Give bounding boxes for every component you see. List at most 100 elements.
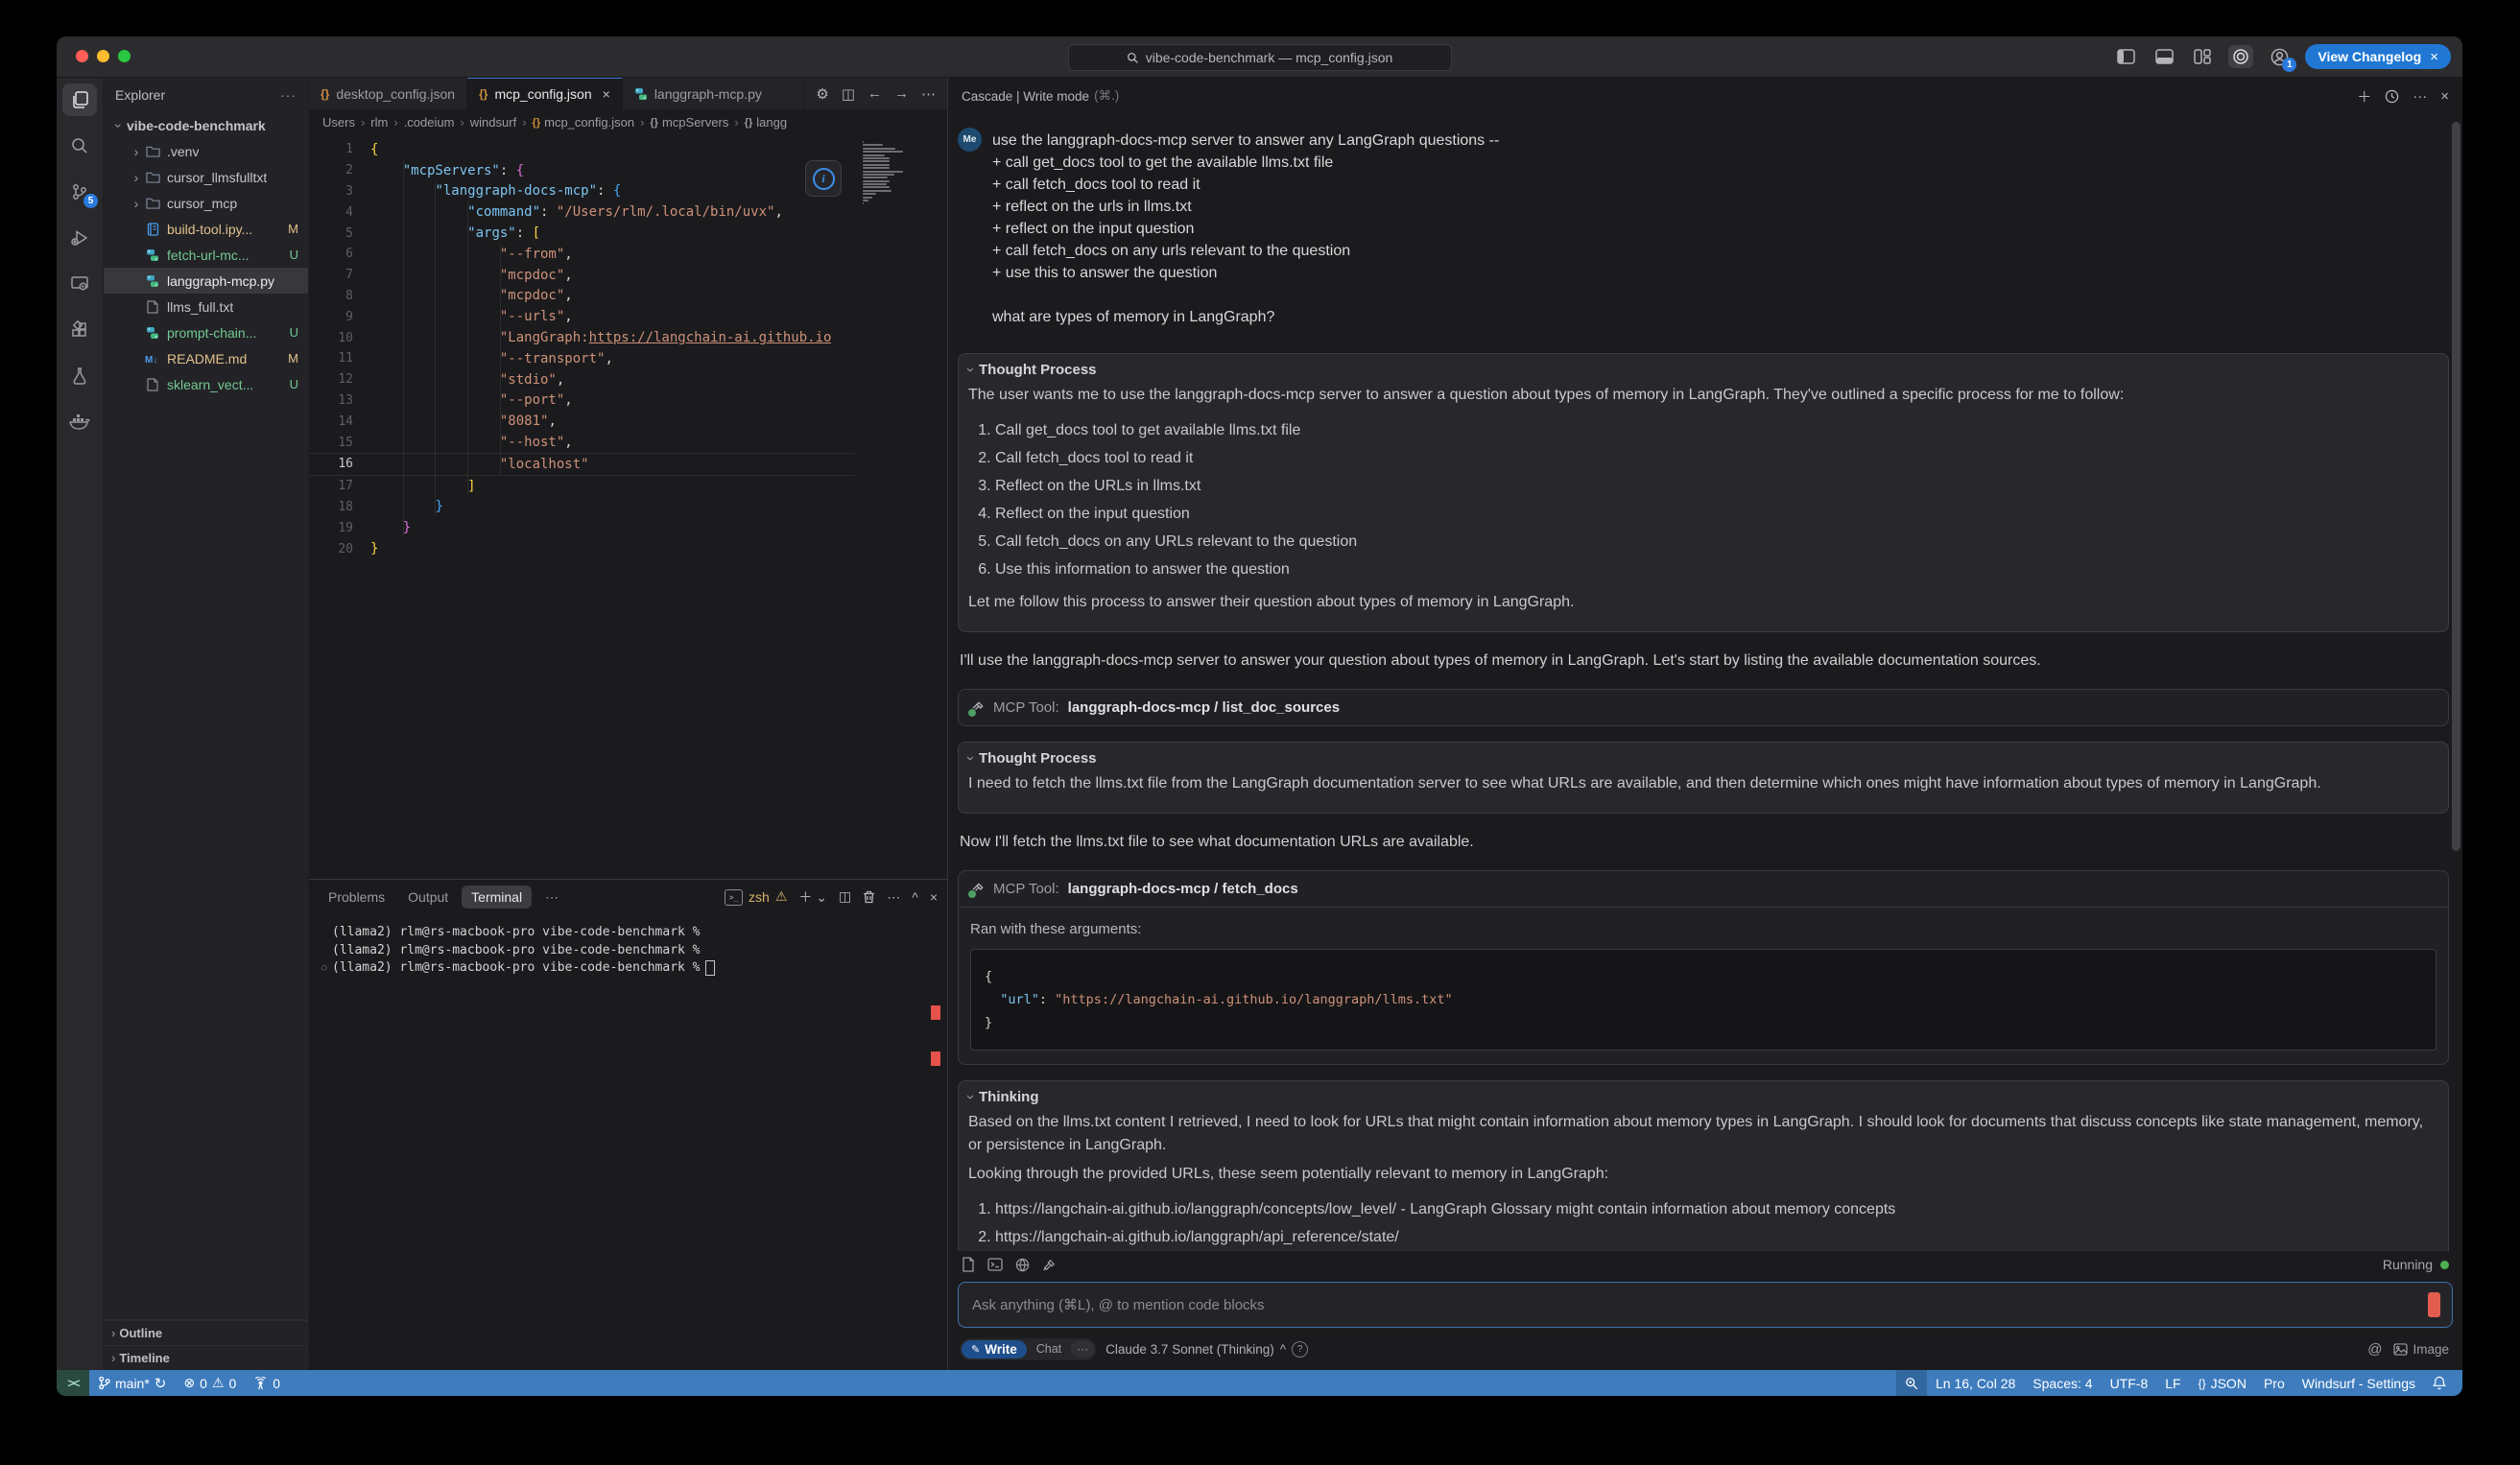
tools-icon[interactable] [1042,1258,1057,1272]
code-line[interactable]: 12 "stdio", [309,369,855,390]
globe-icon[interactable] [1015,1258,1030,1272]
model-info-icon[interactable]: ? [1292,1341,1308,1358]
chat-input-box[interactable] [958,1282,2453,1328]
split-terminal-icon[interactable]: ◫ [839,889,851,905]
terminal-more-icon[interactable]: ⋯ [887,889,900,906]
tree-item[interactable]: sklearn_vect...U [104,371,308,397]
language-mode[interactable]: {} JSON [2190,1370,2255,1396]
stop-button[interactable] [2428,1292,2440,1317]
thought-panel[interactable]: ›Thought ProcessI need to fetch the llms… [958,742,2449,814]
mention-icon[interactable]: @ [2367,1341,2382,1358]
mode-more-icon[interactable]: ··· [1071,1340,1094,1358]
extensions-activity-icon[interactable] [62,314,97,346]
testing-activity-icon[interactable] [62,360,97,392]
terminal-output[interactable]: (llama2) rlm@rs-macbook-pro vibe-code-be… [309,914,947,1370]
code-line[interactable]: 15 "--host", [309,432,855,453]
editor-tab-langgraph-mcp.py[interactable]: langgraph-mcp.py [623,78,805,109]
explorer-more-icon[interactable]: ··· [280,87,297,103]
code-line[interactable]: 13 "--port", [309,390,855,412]
account-icon[interactable]: 1 [2267,45,2292,68]
plan-badge[interactable]: Pro [2255,1370,2294,1396]
back-icon[interactable]: ← [868,85,882,102]
close-tab-icon[interactable]: × [603,86,610,102]
new-terminal-icon[interactable]: ＋ ⌄ [798,887,827,907]
breadcrumb-item[interactable]: {}mcpServers [650,115,728,130]
tab-terminal[interactable]: Terminal [462,886,532,909]
remote-indicator[interactable]: >< [57,1370,89,1396]
code-line[interactable]: 17 ] [309,476,855,497]
doc-icon[interactable] [962,1257,975,1272]
new-conversation-icon[interactable]: ＋ [2357,86,2371,106]
code-line[interactable]: 18 } [309,497,855,518]
code-line[interactable]: 5 "args": [ [309,223,855,244]
code-line[interactable]: 4 "command": "/Users/rlm/.local/bin/uvx"… [309,201,855,223]
tree-root[interactable]: ›vibe-code-benchmark [104,112,308,138]
chat-scroll[interactable]: Meuse the langgraph-docs-mcp server to a… [948,114,2462,1251]
info-button[interactable]: i [805,160,842,197]
code-line[interactable]: 20} [309,538,855,559]
forward-icon[interactable]: → [894,85,909,102]
mcp-tool-call[interactable]: MCP Tool:langgraph-docs-mcp / list_doc_s… [958,689,2449,726]
image-button[interactable]: Image [2393,1342,2449,1357]
tree-item[interactable]: build-tool.ipy...M [104,216,308,242]
screencast-zoom-chip[interactable] [1896,1370,1927,1396]
code-line[interactable]: 14 "8081", [309,411,855,432]
tree-item[interactable]: llms_full.txt [104,294,308,319]
thought-panel[interactable]: ›Thought ProcessThe user wants me to use… [958,353,2449,632]
terminal-small-icon[interactable] [987,1258,1003,1271]
kill-terminal-icon[interactable] [863,890,875,904]
code-line[interactable]: 10 "LangGraph:https://langchain-ai.githu… [309,327,855,348]
code-line[interactable]: 2 "mcpServers": { [309,160,855,181]
title-search[interactable]: vibe-code-benchmark — mcp_config.json [1068,44,1452,71]
changelog-close-icon[interactable]: × [2430,49,2438,65]
code-line[interactable]: 19 } [309,517,855,538]
maximize-panel-icon[interactable]: ^ [912,889,918,905]
tree-item[interactable]: M↓README.mdM [104,345,308,371]
close-panel-icon[interactable]: × [930,889,938,905]
sidebar-section-timeline[interactable]: ›Timeline [104,1345,308,1370]
run-debug-activity-icon[interactable] [62,222,97,254]
windsurf-settings[interactable]: Windsurf - Settings [2294,1370,2424,1396]
thought-panel-header[interactable]: ›Thought Process [968,362,2435,378]
cursor-position[interactable]: Ln 16, Col 28 [1927,1370,2024,1396]
cascade-close-icon[interactable]: × [2440,88,2449,105]
eol[interactable]: LF [2156,1370,2189,1396]
mcp-tool-header[interactable]: MCP Tool:langgraph-docs-mcp / fetch_docs [959,871,2448,907]
sidebar-section-outline[interactable]: ›Outline [104,1320,308,1345]
indentation[interactable]: Spaces: 4 [2024,1370,2101,1396]
mcp-tool-call[interactable]: MCP Tool:langgraph-docs-mcp / fetch_docs… [958,870,2449,1065]
docker-activity-icon[interactable] [62,406,97,438]
thought-panel[interactable]: ›ThinkingBased on the llms.txt content I… [958,1080,2449,1251]
editor-layout-icon[interactable] [2190,45,2215,68]
breadcrumb-item[interactable]: .codeium [404,115,455,130]
cascade-toggle-icon[interactable] [2228,45,2253,68]
explorer-activity-icon[interactable] [62,83,97,116]
breadcrumb-item[interactable]: {}mcp_config.json [533,115,635,130]
editor-tab-mcp_config.json[interactable]: {}mcp_config.json× [467,78,623,109]
minimize-window-button[interactable] [97,50,109,62]
editor-more-icon[interactable]: ⋯ [921,85,936,103]
zoom-window-button[interactable] [118,50,131,62]
mcp-tool-header[interactable]: MCP Tool:langgraph-docs-mcp / list_doc_s… [959,690,2448,725]
split-editor-icon[interactable]: ◫ [842,85,855,103]
history-icon[interactable] [2385,89,2399,104]
tree-item[interactable]: ›cursor_llmsfulltxt [104,164,308,190]
branch-indicator[interactable]: main* ↻ [89,1370,175,1396]
code-line[interactable]: 7 "mcpdoc", [309,265,855,286]
tree-item[interactable]: ›cursor_mcp [104,190,308,216]
breadcrumb-item[interactable]: Users [322,115,355,130]
notifications-bell-icon[interactable] [2424,1370,2455,1396]
problems-indicator[interactable]: ⊗ 0 ⚠ 0 [175,1370,245,1396]
cascade-more-icon[interactable]: ··· [2413,88,2427,105]
code-line[interactable]: 16 "localhost" [309,453,855,476]
code-line[interactable]: 8 "mcpdoc", [309,286,855,307]
code-line[interactable]: 9 "--urls", [309,306,855,327]
panel-tabs-more-icon[interactable]: ⋯ [535,886,568,910]
tab-output[interactable]: Output [398,886,458,909]
breadcrumb-item[interactable]: rlm [370,115,388,130]
tree-item[interactable]: fetch-url-mc...U [104,242,308,268]
settings-gear-icon[interactable]: ⚙ [816,85,828,103]
breadcrumb-item[interactable]: windsurf [470,115,516,130]
tree-item[interactable]: ›.venv [104,138,308,164]
toggle-sidebar-icon[interactable] [2113,45,2138,68]
